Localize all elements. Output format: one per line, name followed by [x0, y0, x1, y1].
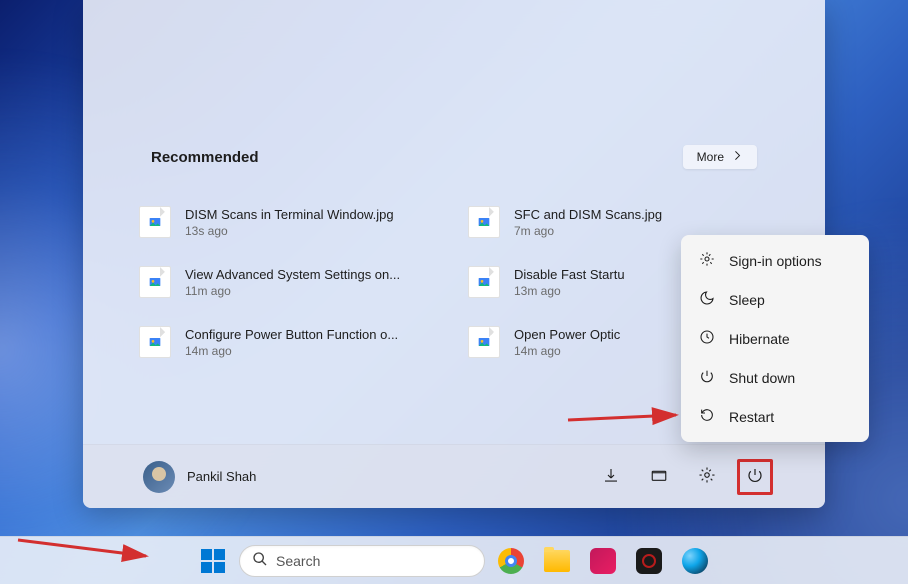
power-item-restart[interactable]: Restart — [687, 397, 863, 436]
image-file-icon — [139, 266, 171, 298]
power-item-hibernate[interactable]: Hibernate — [687, 319, 863, 358]
chevron-right-icon — [732, 150, 743, 164]
image-file-icon — [468, 206, 500, 238]
file-name: DISM Scans in Terminal Window.jpg — [185, 207, 440, 222]
restart-icon — [699, 407, 715, 426]
search-placeholder: Search — [276, 553, 320, 569]
edge-icon — [682, 548, 708, 574]
app-icon — [636, 548, 662, 574]
power-item-label: Shut down — [729, 370, 795, 386]
taskbar-app-generic-2[interactable] — [629, 541, 669, 581]
power-item-shutdown[interactable]: Shut down — [687, 358, 863, 397]
clock-icon — [699, 329, 715, 348]
power-item-label: Sign-in options — [729, 253, 822, 269]
chrome-icon — [498, 548, 524, 574]
gear-icon — [699, 251, 715, 270]
taskbar-app-generic-1[interactable] — [583, 541, 623, 581]
search-input[interactable]: Search — [239, 545, 485, 577]
footer-actions — [593, 459, 773, 495]
power-icon — [746, 466, 764, 487]
download-icon — [602, 466, 620, 487]
moon-icon — [699, 290, 715, 309]
file-time: 14m ago — [185, 344, 440, 358]
power-button[interactable] — [737, 459, 773, 495]
recommended-item[interactable]: Configure Power Button Function o... 14m… — [135, 324, 444, 360]
gear-icon — [698, 466, 716, 487]
file-name: SFC and DISM Scans.jpg — [514, 207, 769, 222]
power-item-sleep[interactable]: Sleep — [687, 280, 863, 319]
start-footer: Pankil Shah — [83, 444, 825, 508]
taskbar-app-chrome[interactable] — [491, 541, 531, 581]
settings-button[interactable] — [689, 459, 725, 495]
more-button[interactable]: More — [683, 145, 757, 169]
app-icon — [590, 548, 616, 574]
power-item-label: Restart — [729, 409, 774, 425]
file-explorer-icon — [544, 550, 570, 572]
recommended-item[interactable]: View Advanced System Settings on... 11m … — [135, 264, 444, 300]
more-label: More — [697, 150, 724, 164]
folder-icon — [650, 466, 668, 487]
taskbar: Search — [0, 536, 908, 584]
file-time: 11m ago — [185, 284, 440, 298]
file-time: 13s ago — [185, 224, 440, 238]
recommended-header: Recommended More — [123, 145, 785, 169]
file-name: Configure Power Button Function o... — [185, 327, 440, 342]
taskbar-app-explorer[interactable] — [537, 541, 577, 581]
power-item-label: Hibernate — [729, 331, 790, 347]
windows-logo-icon — [201, 549, 225, 573]
taskbar-app-edge[interactable] — [675, 541, 715, 581]
image-file-icon — [468, 266, 500, 298]
power-item-label: Sleep — [729, 292, 765, 308]
power-menu: Sign-in options Sleep Hibernate Shut dow… — [681, 235, 869, 442]
recommended-title: Recommended — [151, 149, 259, 166]
image-file-icon — [139, 206, 171, 238]
power-item-signin-options[interactable]: Sign-in options — [687, 241, 863, 280]
power-icon — [699, 368, 715, 387]
file-name: View Advanced System Settings on... — [185, 267, 440, 282]
username: Pankil Shah — [187, 469, 256, 484]
recommended-item[interactable]: DISM Scans in Terminal Window.jpg 13s ag… — [135, 204, 444, 240]
start-button[interactable] — [193, 541, 233, 581]
documents-button[interactable] — [641, 459, 677, 495]
image-file-icon — [468, 326, 500, 358]
downloads-button[interactable] — [593, 459, 629, 495]
search-icon — [252, 551, 268, 570]
image-file-icon — [139, 326, 171, 358]
avatar — [143, 461, 175, 493]
user-account-button[interactable]: Pankil Shah — [143, 461, 256, 493]
